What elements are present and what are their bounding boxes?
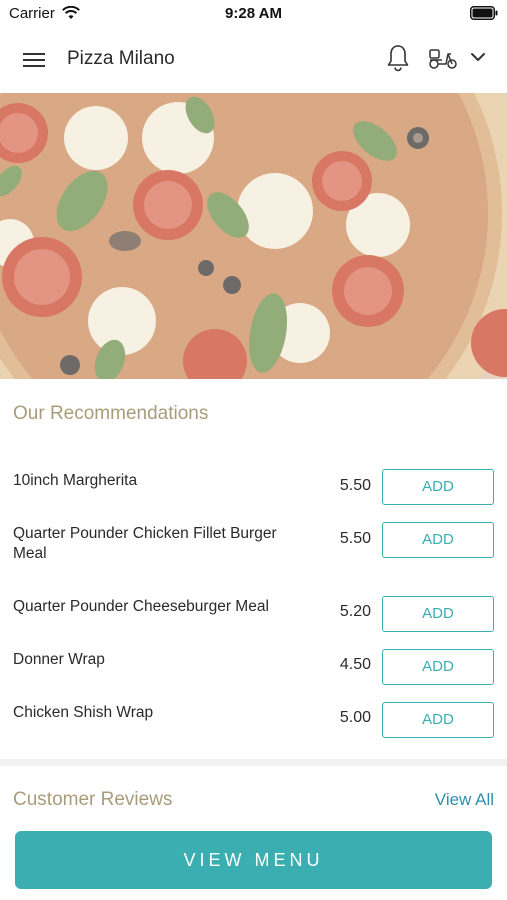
battery-icon (470, 6, 498, 20)
item-price: 5.20 (339, 603, 371, 620)
add-button[interactable]: ADD (382, 469, 494, 505)
view-menu-button[interactable]: VIEW MENU (15, 831, 492, 889)
item-name: 10inch Margherita (13, 472, 138, 489)
reviews-title: Customer Reviews (13, 789, 173, 810)
hero-pizza-image (0, 93, 507, 379)
add-button[interactable]: ADD (382, 522, 494, 558)
add-button[interactable]: ADD (382, 649, 494, 685)
chevron-down-icon[interactable] (470, 51, 486, 63)
section-divider (0, 759, 507, 766)
item-name: Quarter Pounder Chicken Fillet Burger Me… (13, 525, 277, 562)
item-name: Quarter Pounder Cheeseburger Meal (13, 598, 269, 615)
status-bar: Carrier 9:28 AM (0, 0, 507, 28)
item-price: 5.50 (339, 530, 371, 547)
recommendations-title: Our Recommendations (13, 403, 209, 424)
item-price: 5.50 (339, 477, 371, 494)
item-name: Chicken Shish Wrap (13, 704, 154, 721)
item-name: Donner Wrap (13, 651, 105, 668)
add-button[interactable]: ADD (382, 702, 494, 738)
item-price: 5.00 (339, 709, 371, 726)
add-button[interactable]: ADD (382, 596, 494, 632)
view-all-link[interactable]: View All (435, 790, 494, 810)
bell-icon[interactable] (386, 44, 410, 72)
status-time: 9:28 AM (225, 5, 282, 22)
page-title: Pizza Milano (67, 48, 175, 69)
item-price: 4.50 (339, 656, 371, 673)
delivery-scooter-icon[interactable] (427, 45, 459, 71)
app-header: Pizza Milano (0, 28, 507, 92)
hamburger-menu-icon[interactable] (22, 48, 46, 72)
